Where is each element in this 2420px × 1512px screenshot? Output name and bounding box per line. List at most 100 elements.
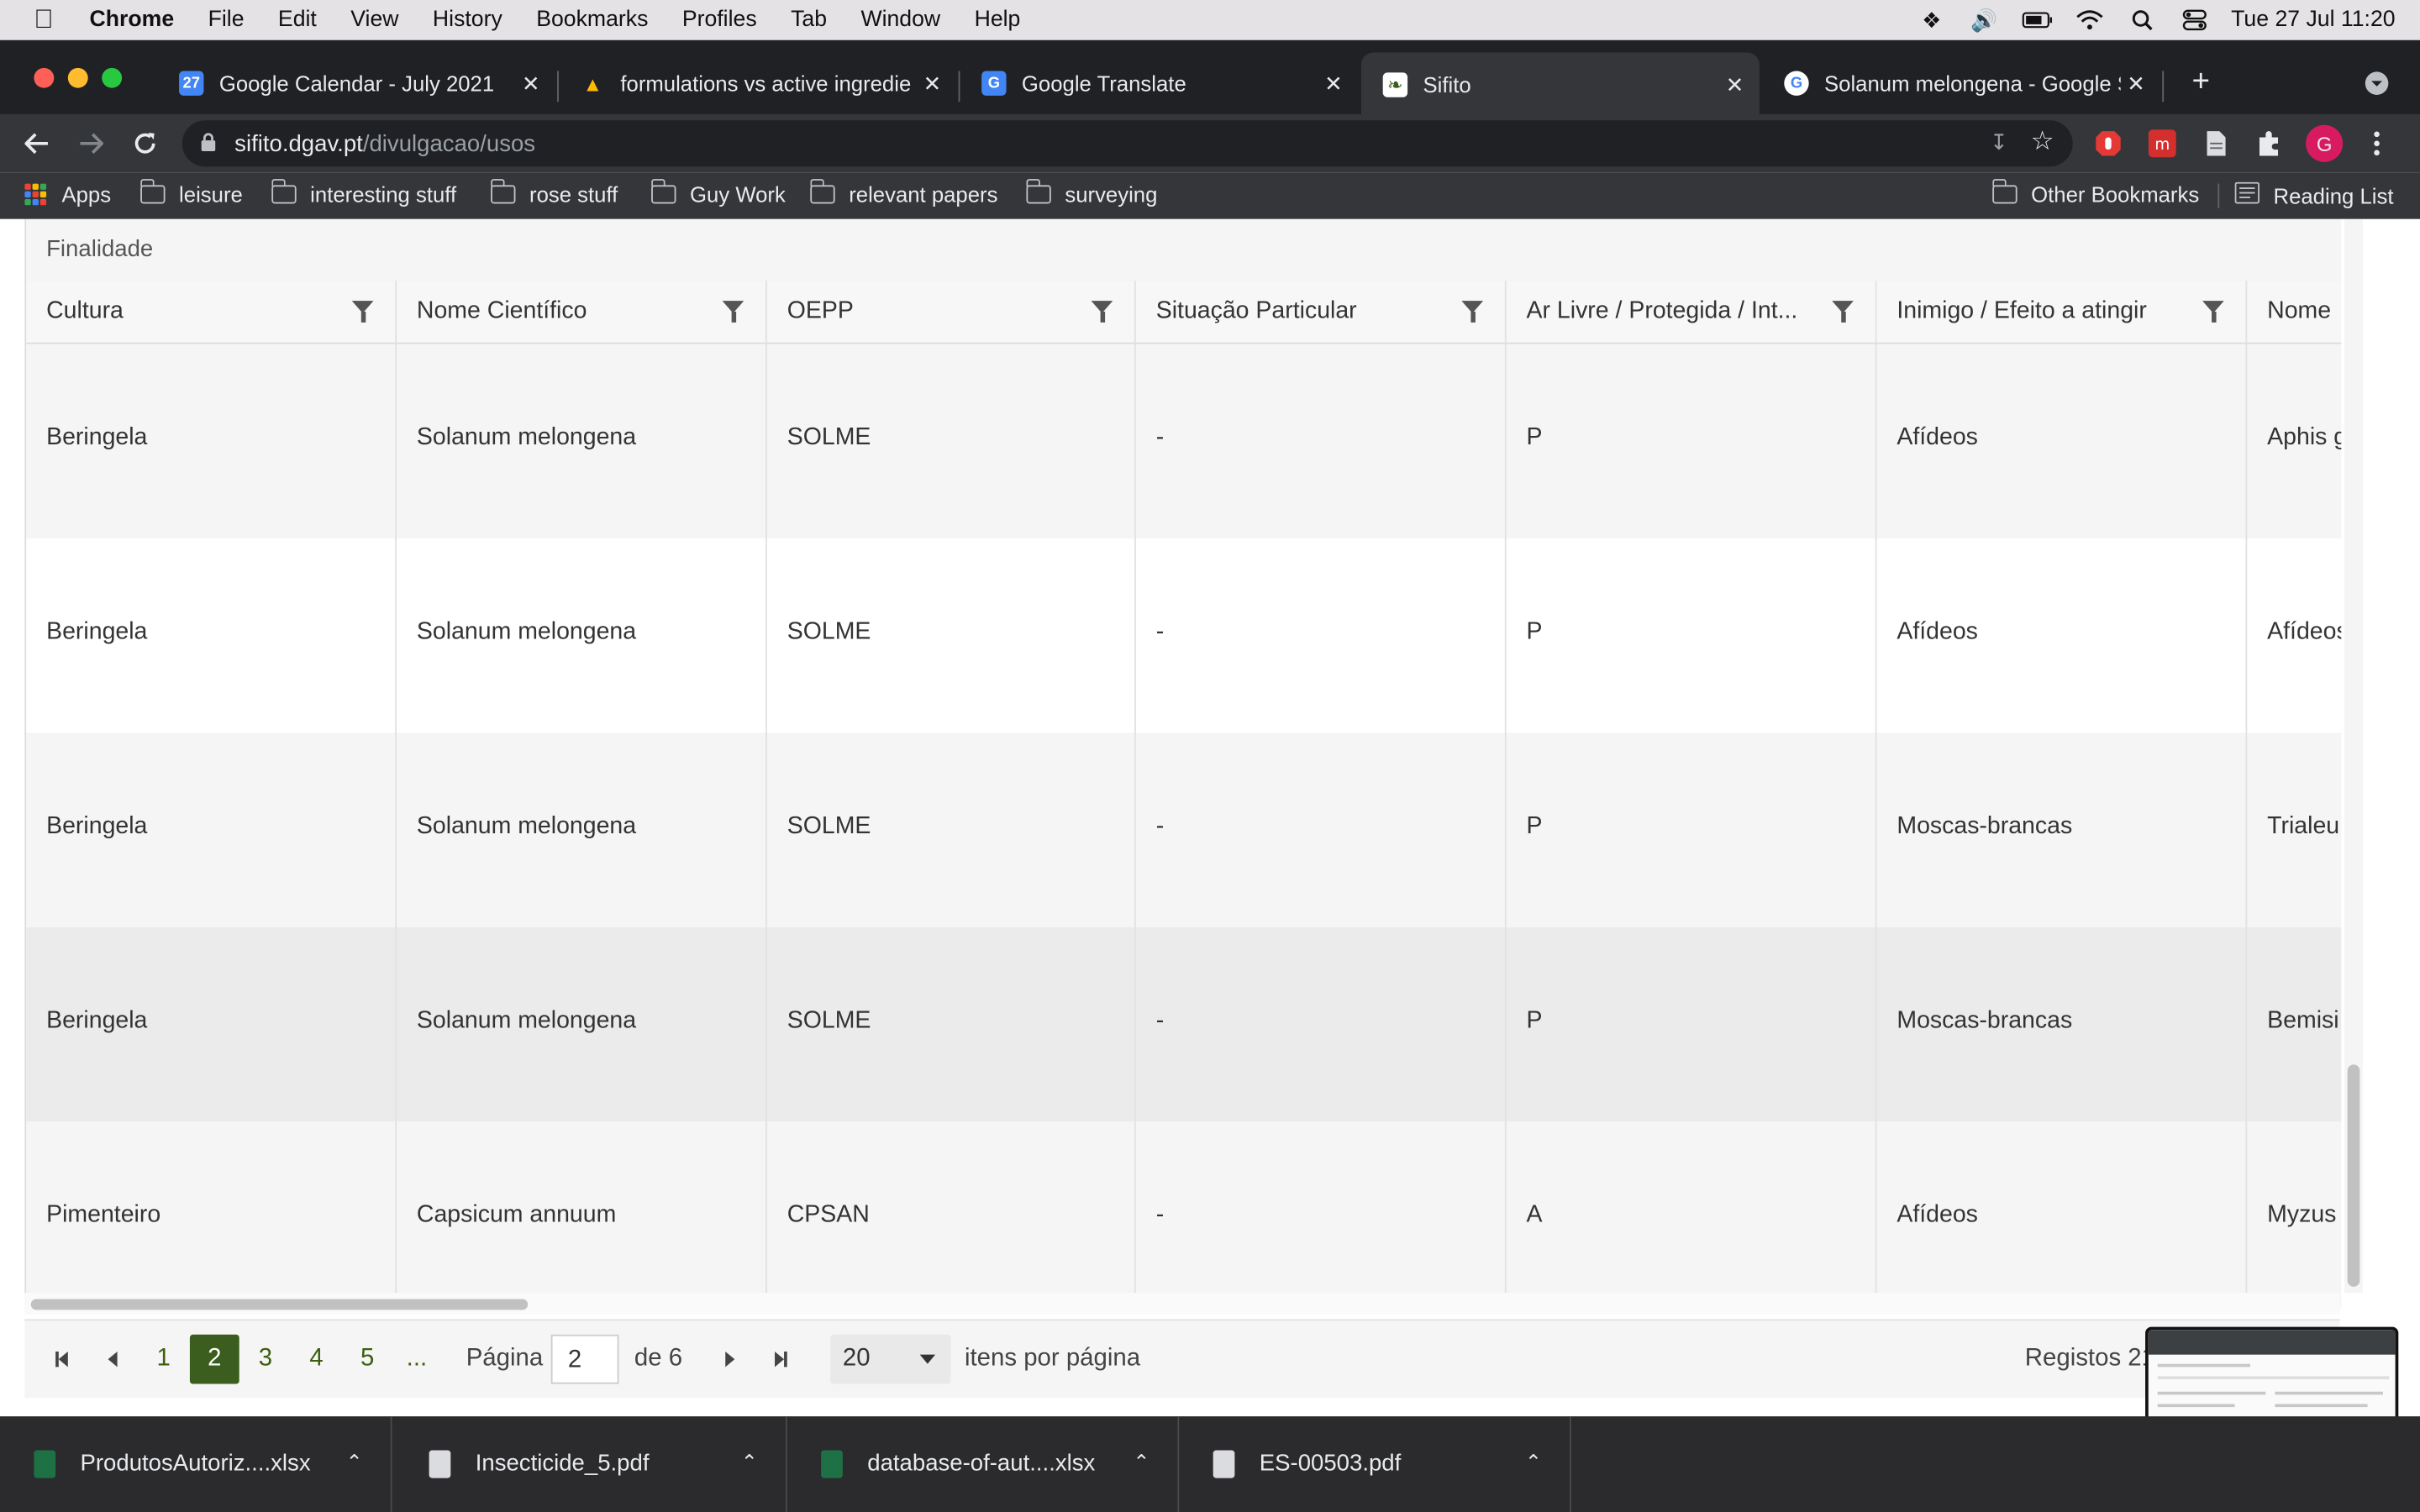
last-page-bar-icon [784,1351,787,1368]
vertical-scroll-thumb[interactable] [2347,1064,2360,1287]
menu-tab[interactable]: Tab [791,8,827,32]
bookmark-star-icon[interactable]: ☆ [2031,127,2054,158]
next-page-button[interactable] [705,1335,755,1384]
menu-edit[interactable]: Edit [278,8,317,32]
bookmark-folder-rose-stuff[interactable]: rose stuff [490,179,618,207]
page-button-2-current[interactable]: 2 [189,1334,239,1384]
battery-icon[interactable] [2021,8,2052,32]
page-size-select[interactable]: 20 [830,1334,951,1384]
back-arrow-icon[interactable] [20,127,54,160]
horizontal-scroll-thumb[interactable] [30,1299,529,1310]
column-header-nome[interactable]: Nome [2247,281,2341,342]
download-item[interactable]: database-of-aut....xlsx ⌃ [787,1416,1180,1512]
filter-icon[interactable] [1832,301,1854,323]
page-button-5[interactable]: 5 [343,1335,392,1384]
filter-icon[interactable] [1461,301,1484,323]
table-row[interactable]: Beringela Solanum melongena SOLME - P Af… [26,344,2342,539]
horizontal-scrollbar[interactable] [24,1293,2340,1315]
reading-list[interactable]: Reading List [2234,181,2393,208]
dropbox-icon[interactable]: ❖ [1916,7,1947,32]
close-tab-icon[interactable]: ✕ [515,71,546,97]
clock[interactable]: Tue 27 Jul 11:20 [2231,8,2395,32]
column-header-ar-livre[interactable]: Ar Livre / Protegida / Int... [1507,281,1877,343]
table-row[interactable]: Beringela Solanum melongena SOLME - P Mo… [26,732,2342,927]
last-page-button[interactable] [756,1335,806,1384]
apple-menu-icon[interactable]:  [34,5,61,36]
tab-google-translate[interactable]: G Google Translate ✕ [960,55,1358,111]
address-bar[interactable]: sifito.dgav.pt/divulgacao/usos ↧ ☆ [182,120,2073,167]
filter-icon[interactable] [2202,301,2224,323]
tab-sifito[interactable]: ❧ Sifito ✕ [1361,52,1760,118]
download-item[interactable]: ES-00503.pdf ⌃ [1179,1416,1571,1512]
table-row[interactable]: Pimenteiro Capsicum annuum CPSAN - A Afí… [26,1121,2342,1309]
filter-icon[interactable] [351,301,374,323]
page-number-input[interactable]: 2 [550,1334,619,1384]
close-tab-icon[interactable]: ✕ [1719,71,1750,97]
new-tab-plus-icon[interactable]: + [2186,64,2217,97]
tab-formulations[interactable]: ▲ formulations vs active ingredie ✕ [559,55,957,111]
menu-file[interactable]: File [208,8,245,32]
profile-avatar[interactable]: G [2306,124,2344,162]
extensions-puzzle-icon[interactable] [2254,128,2285,159]
menu-help[interactable]: Help [975,8,1021,32]
vertical-scrollbar[interactable] [2344,218,2364,1294]
other-bookmarks[interactable]: Other Bookmarks [1991,179,2199,207]
bookmark-folder-interesting-stuff[interactable]: interesting stuff [271,179,456,207]
minimize-window-button[interactable] [67,67,88,88]
reading-list-icon [2234,181,2260,208]
volume-icon[interactable]: 🔊 [1969,7,2000,32]
wifi-icon[interactable] [2074,8,2105,32]
column-header-inimigo[interactable]: Inimigo / Efeito a atingir [1876,281,2248,343]
close-tab-icon[interactable]: ✕ [917,71,948,97]
forward-arrow-icon[interactable] [74,127,108,160]
menu-app-chrome[interactable]: Chrome [90,8,175,32]
install-app-icon[interactable]: ↧ [1990,129,2008,155]
chevron-up-icon[interactable]: ⌃ [741,1451,758,1475]
zoom-window-button[interactable] [102,67,123,88]
chevron-up-icon[interactable]: ⌃ [346,1451,363,1475]
page-button-4[interactable]: 4 [292,1335,341,1384]
group-header-finalidade[interactable]: Finalidade [26,218,2342,283]
close-tab-icon[interactable]: ✕ [2121,71,2152,97]
tab-google-calendar[interactable]: 27 Google Calendar - July 2021 ✕ [157,55,555,111]
bookmark-folder-leisure[interactable]: leisure [139,179,243,207]
download-item[interactable]: Insecticide_5.pdf ⌃ [395,1416,787,1512]
column-header-nome-cientifico[interactable]: Nome Científico [397,281,767,343]
spotlight-search-icon[interactable] [2126,8,2157,32]
first-page-button[interactable] [37,1335,87,1384]
menu-profiles[interactable]: Profiles [682,8,757,32]
control-center-icon[interactable] [2179,8,2210,32]
filter-icon[interactable] [1091,301,1113,323]
page-button-1[interactable]: 1 [139,1335,188,1384]
table-row[interactable]: Beringela Solanum melongena SOLME - P Mo… [26,927,2342,1122]
more-pages-button[interactable]: ... [392,1335,442,1384]
chrome-menu-icon[interactable] [2361,128,2392,159]
column-header-cultura[interactable]: Cultura [26,281,397,343]
adblock-extension-icon[interactable] [2093,128,2124,159]
mendeley-extension-icon[interactable]: m [2147,128,2178,159]
column-header-situacao-particular[interactable]: Situação Particular [1136,281,1507,343]
bookmark-apps[interactable]: Apps [24,182,111,207]
lock-icon[interactable] [201,132,216,155]
bookmark-folder-relevant-papers[interactable]: relevant papers [809,179,997,207]
menu-window[interactable]: Window [860,8,940,32]
page-button-3[interactable]: 3 [241,1335,291,1384]
tab-solanum-search[interactable]: G Solanum melongena - Google S ✕ [1763,55,2161,111]
close-tab-icon[interactable]: ✕ [1318,71,1349,97]
filter-icon[interactable] [722,301,744,323]
tab-search-icon[interactable] [2361,68,2392,99]
close-window-button[interactable] [34,67,55,88]
menu-bookmarks[interactable]: Bookmarks [536,8,648,32]
download-item[interactable]: ProdutosAutoriz....xlsx ⌃ [0,1416,392,1512]
table-row[interactable]: Beringela Solanum melongena SOLME - P Af… [26,538,2342,733]
chevron-up-icon[interactable]: ⌃ [1525,1451,1542,1475]
document-extension-icon[interactable] [2201,128,2232,159]
bookmark-folder-surveying[interactable]: surveying [1025,179,1157,207]
previous-page-button[interactable] [88,1335,138,1384]
column-header-oepp[interactable]: OEPP [767,281,1136,343]
reload-icon[interactable] [128,127,161,160]
chevron-up-icon[interactable]: ⌃ [1133,1451,1150,1475]
bookmark-folder-guy-work[interactable]: Guy Work [650,179,786,207]
menu-view[interactable]: View [350,8,398,32]
menu-history[interactable]: History [433,8,502,32]
